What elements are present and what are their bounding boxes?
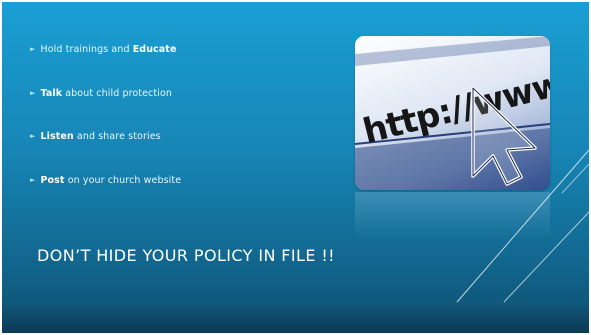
http-image: http://www — [355, 36, 550, 190]
bullet-text: and share stories — [73, 131, 161, 142]
bullet-bold-text: Educate — [132, 44, 177, 55]
bullet-item: ► Listen and share stories — [30, 131, 161, 142]
bullet-arrow-icon: ► — [30, 176, 36, 184]
bullet-text: about child protection — [62, 88, 172, 99]
bullet-arrow-icon: ► — [30, 89, 36, 97]
bullet-text: Hold trainings and — [40, 44, 133, 55]
bottom-band — [2, 303, 589, 333]
bullet-item: ► Post on your church website — [30, 175, 181, 186]
bullet-bold-text: Listen — [40, 131, 74, 142]
image-reflection — [355, 192, 550, 240]
mouse-cursor-icon — [471, 86, 537, 186]
bullet-bold-text: Post — [40, 175, 65, 186]
slide: ► Hold trainings and Educate ► Talk about … — [2, 2, 589, 333]
slide-title: DON’T HIDE YOUR POLICY IN FILE !! — [37, 246, 335, 265]
bullet-arrow-icon: ► — [30, 45, 36, 53]
bullet-item: ► Talk about child protection — [30, 88, 172, 99]
bullet-arrow-icon: ► — [30, 132, 36, 140]
bullet-bold-text: Talk — [40, 88, 63, 99]
bullet-text: on your church website — [64, 175, 182, 186]
bullet-item: ► Hold trainings and Educate — [30, 44, 176, 55]
